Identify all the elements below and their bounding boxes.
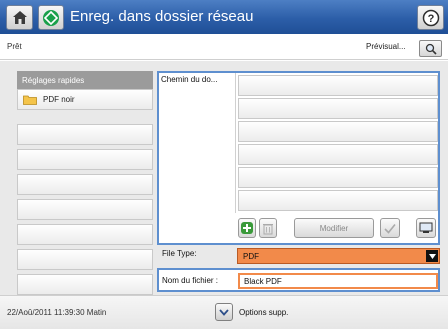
home-button[interactable] [6,5,33,30]
quick-setting-slot[interactable] [17,249,153,270]
quick-setting-slot[interactable] [17,199,153,220]
list-divider [235,73,236,213]
folder-path-row[interactable] [238,75,438,96]
network-folder-app-icon [43,9,59,26]
main-area: Réglages rapides PDF noir Chemin du do..… [0,61,448,295]
status-row: Prêt Prévisual... [0,34,448,60]
help-icon: ? [422,9,439,26]
add-icon [241,222,253,234]
title-bar: Enreg. dans dossier réseau ? [0,0,448,34]
folder-path-row[interactable] [238,144,438,165]
folder-icon [23,95,37,105]
add-folder-button[interactable] [238,218,256,238]
page-title: Enreg. dans dossier réseau [70,8,254,25]
folder-path-header: Chemin du do... [161,75,218,84]
quick-setting-label: PDF noir [43,95,75,104]
file-name-label: Nom du fichier : [162,276,219,285]
dropdown-arrow-icon [426,250,438,262]
browse-icon [419,222,433,233]
more-options-button[interactable] [215,303,233,321]
status-text: Prêt [7,42,22,51]
folder-path-row[interactable] [238,167,438,188]
browse-button[interactable] [416,218,436,238]
quick-setting-slot[interactable] [17,224,153,245]
file-type-value: PDF [243,252,259,261]
file-type-select[interactable]: PDF [237,248,440,264]
verify-access-button[interactable] [380,218,400,238]
quick-setting-slot[interactable] [17,274,153,295]
trash-icon [263,223,273,234]
folder-path-row[interactable] [238,121,438,142]
folder-path-row[interactable] [238,190,438,211]
file-name-input[interactable] [238,273,438,289]
delete-folder-button[interactable] [259,218,277,238]
svg-text:?: ? [427,13,434,25]
quick-setting-slot[interactable] [17,174,153,195]
modify-button[interactable]: Modifier [294,218,374,238]
quick-setting-slot[interactable] [17,149,153,170]
bottom-bar: 22/Aoû/2011 11:39:30 Matin Options supp. [0,295,448,329]
help-button[interactable]: ? [417,5,444,30]
folder-path-list: Chemin du do... Modifier [157,71,440,245]
quick-settings-header: Réglages rapides [17,71,153,89]
file-name-row: Nom du fichier : [157,268,440,292]
magnifier-icon [425,43,437,55]
quick-setting-slot[interactable] [17,124,153,145]
folder-path-row[interactable] [238,98,438,119]
chevron-down-icon [219,308,229,316]
preview-label: Prévisual... [366,42,406,51]
datetime: 22/Aoû/2011 11:39:30 Matin [7,308,107,317]
more-options-label[interactable]: Options supp. [239,308,288,317]
file-type-label: File Type: [162,249,197,258]
preview-button[interactable] [419,40,442,57]
home-icon [12,11,27,24]
app-icon [38,5,64,30]
check-icon [384,223,396,234]
quick-setting-pdf-noir[interactable]: PDF noir [17,89,153,110]
